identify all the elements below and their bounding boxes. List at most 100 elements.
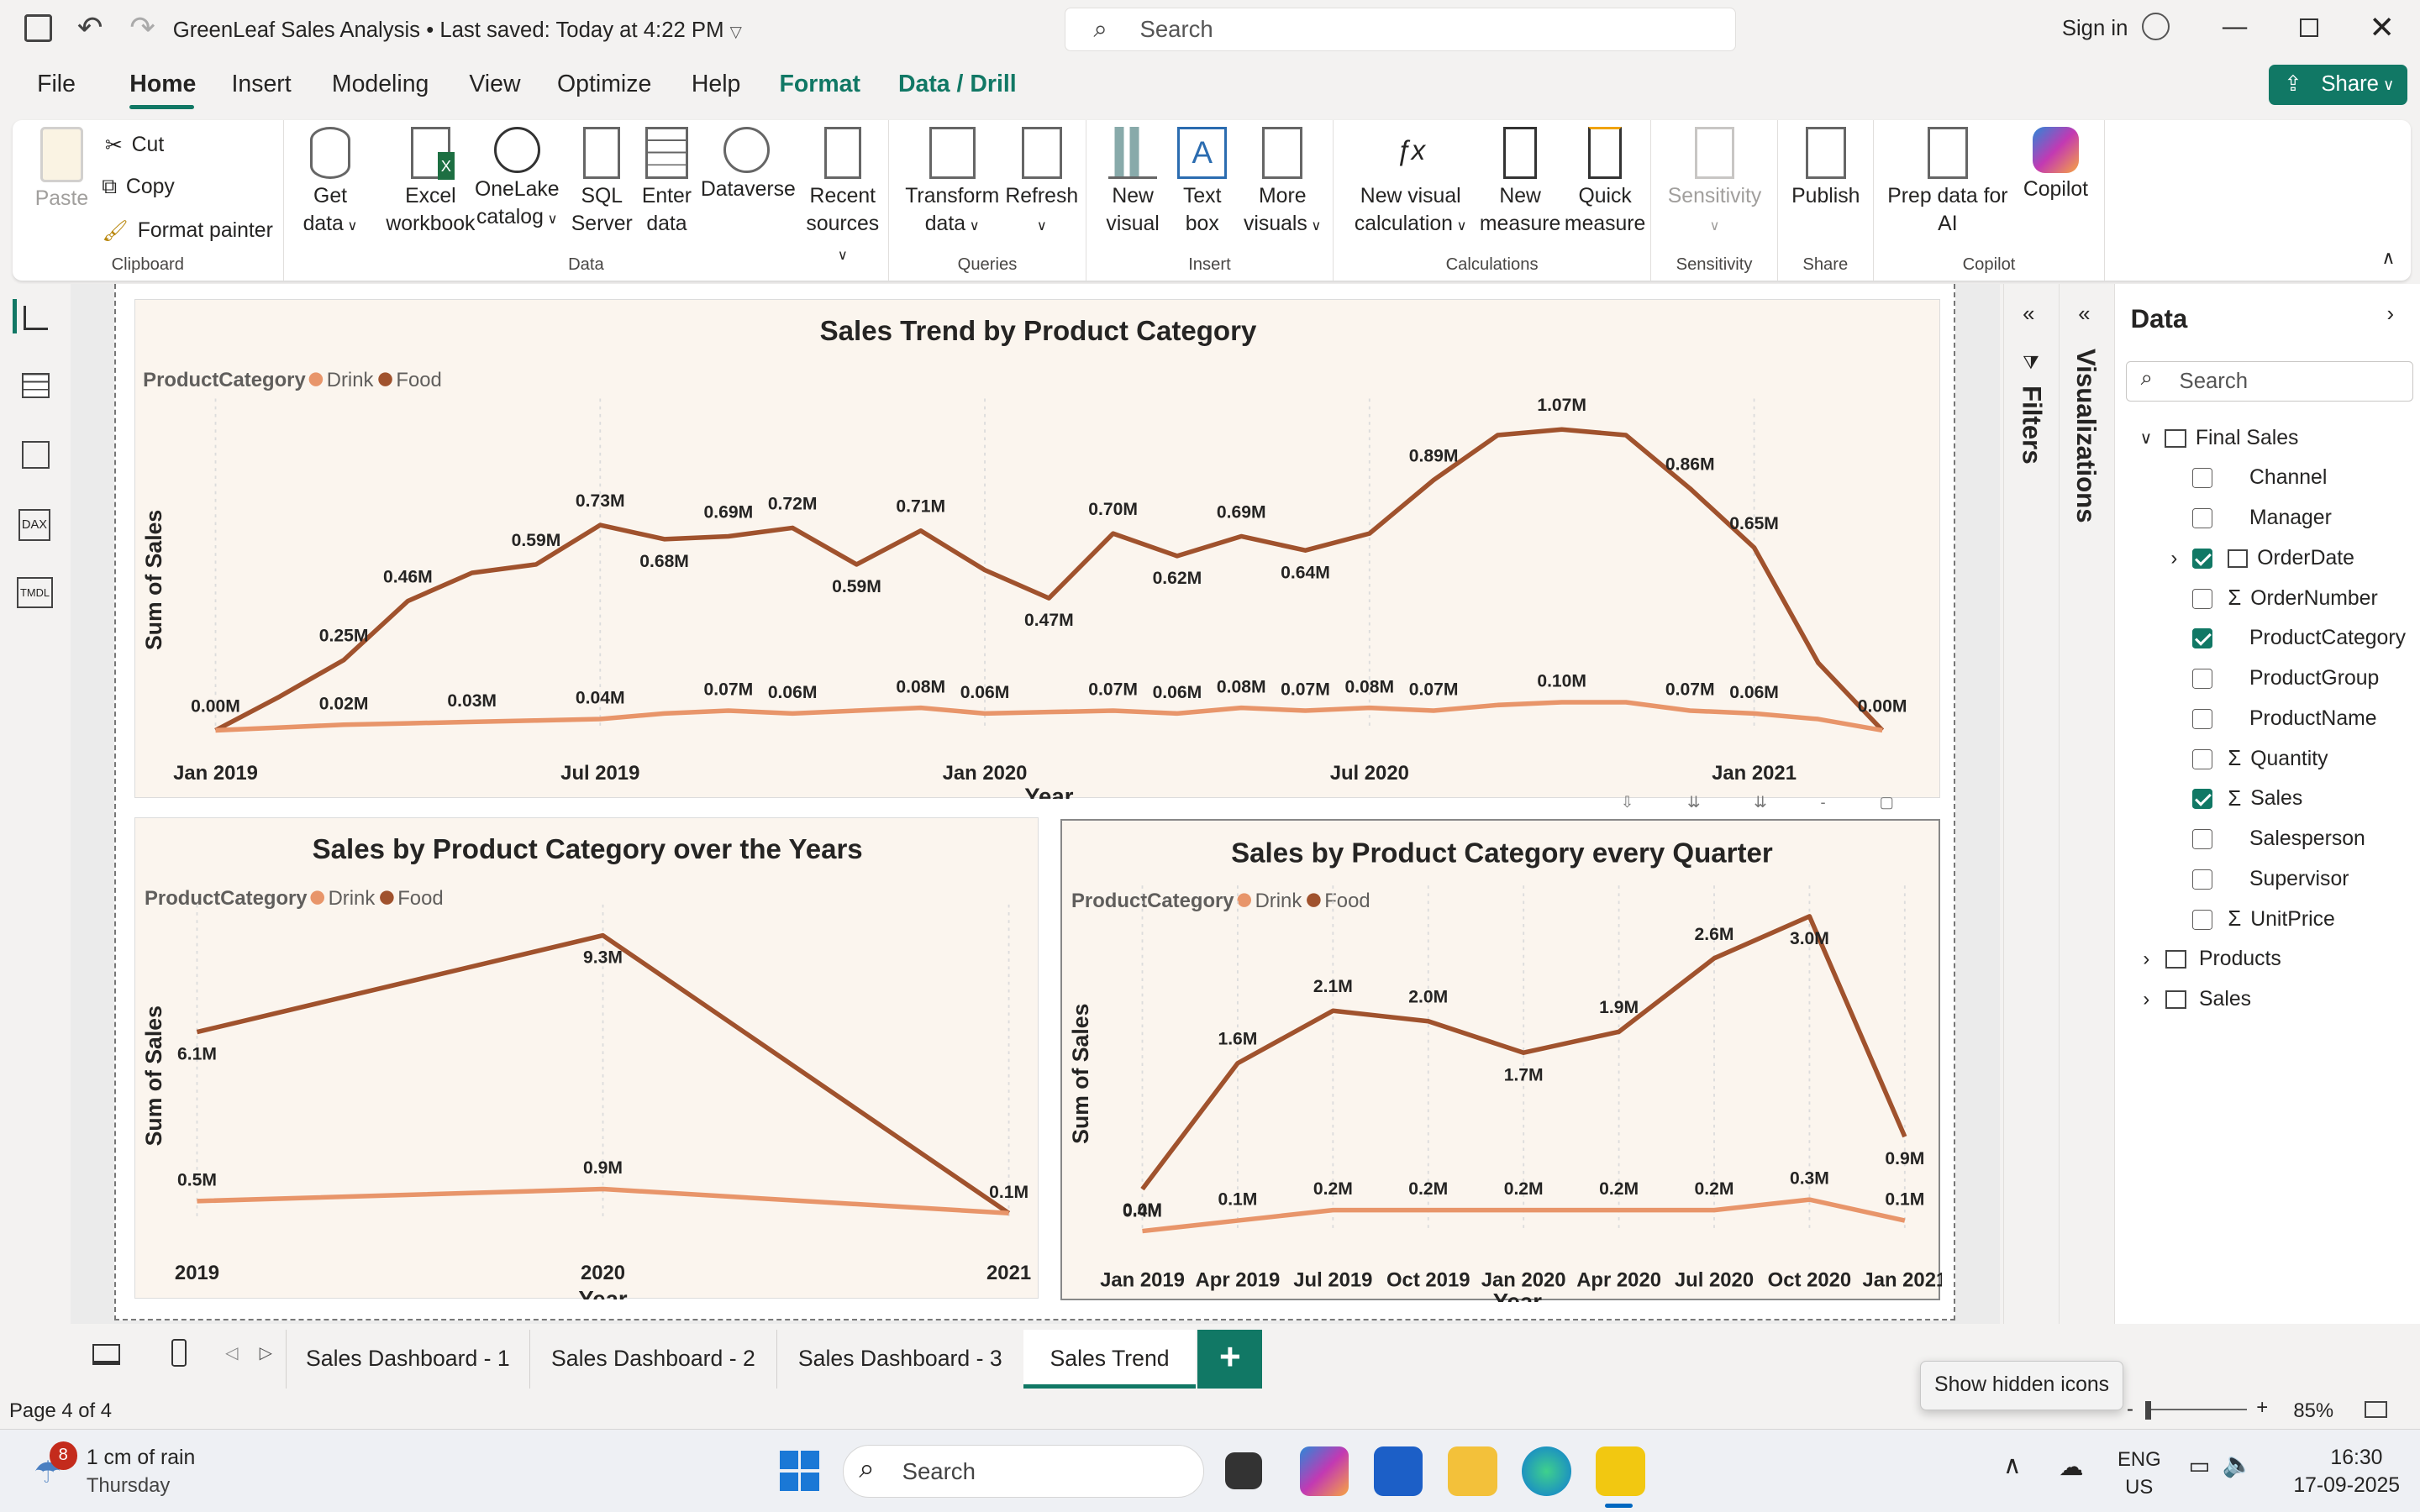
store-icon[interactable] [1373, 1446, 1423, 1496]
sign-in-link[interactable]: Sign in [2062, 17, 2128, 41]
menu-format[interactable]: Format [780, 71, 860, 98]
zoom-slider[interactable] [2145, 1408, 2248, 1410]
language[interactable]: ENG [2118, 1448, 2161, 1472]
menu-home[interactable]: Home [129, 71, 196, 98]
table-final-sales[interactable]: ∨ Final Sales [2140, 418, 2299, 459]
collapse-ribbon-icon[interactable]: ∧ [2381, 247, 2395, 269]
desktop-layout-icon[interactable] [92, 1343, 121, 1366]
menu-file[interactable]: File [37, 71, 76, 98]
field-sales[interactable]: Σ Sales [2192, 780, 2302, 820]
collapse-viz-icon[interactable]: « [2078, 302, 2090, 327]
weather-text[interactable]: 1 cm of rain [87, 1446, 195, 1470]
prev-page-icon[interactable]: ◁ [225, 1342, 239, 1363]
field-supervisor[interactable]: Supervisor [2192, 859, 2349, 900]
field-checkbox[interactable] [2192, 628, 2212, 649]
prep-data-ai-button[interactable]: Prep data for AI [1883, 126, 2012, 238]
refresh-button[interactable]: Refresh ∨ [1003, 126, 1081, 239]
field-checkbox[interactable] [2192, 748, 2212, 769]
text-box-button[interactable]: A Text box [1176, 126, 1228, 238]
table-view-icon[interactable] [21, 373, 50, 398]
field-ordernumber[interactable]: Σ OrderNumber [2192, 579, 2378, 619]
sensitivity-button[interactable]: Sensitivity ∨ [1660, 126, 1769, 239]
task-view-icon[interactable] [1225, 1452, 1263, 1490]
field-productgroup[interactable]: ProductGroup [2192, 659, 2379, 699]
tmdl-view-icon[interactable]: TMDL [17, 576, 53, 609]
field-productname[interactable]: ProductName [2192, 699, 2377, 739]
field-checkbox[interactable] [2192, 909, 2212, 930]
sql-server-button[interactable]: SQL Server [571, 126, 633, 238]
tab-sales-dashboard-2[interactable]: Sales Dashboard - 2 [529, 1330, 776, 1389]
field-checkbox[interactable] [2192, 468, 2212, 489]
menu-help[interactable]: Help [692, 71, 741, 98]
paste-button[interactable]: Paste [31, 126, 92, 213]
table-products[interactable]: › Products [2143, 940, 2281, 980]
field-orderdate[interactable]: › OrderDate [2170, 538, 2354, 579]
minimize-button[interactable]: — [2223, 13, 2247, 41]
field-channel[interactable]: Channel [2192, 458, 2327, 498]
filters-pane[interactable]: « ⧩ Filters [2003, 283, 2060, 1327]
tab-sales-trend[interactable]: Sales Trend [1023, 1330, 1197, 1389]
mobile-layout-icon[interactable] [171, 1339, 187, 1368]
fit-to-page-icon[interactable] [2364, 1400, 2388, 1418]
onelake-catalog-button[interactable]: OneLake catalog ∨ [466, 126, 568, 234]
field-checkbox[interactable] [2192, 548, 2212, 569]
window-title[interactable]: GreenLeaf Sales Analysis • Last saved: T… [173, 18, 742, 43]
taskbar-search[interactable]: ⌕ Search [842, 1445, 1204, 1498]
dax-query-view-icon[interactable]: DAX [18, 509, 50, 542]
save-icon[interactable] [24, 13, 53, 42]
next-page-icon[interactable]: ▷ [260, 1342, 273, 1363]
field-quantity[interactable]: Σ Quantity [2192, 739, 2328, 780]
field-productcategory[interactable]: ProductCategory [2192, 619, 2406, 659]
menu-modeling[interactable]: Modeling [332, 71, 429, 98]
field-checkbox[interactable] [2192, 789, 2212, 810]
cut-button[interactable]: ✂ Cut [105, 133, 164, 158]
model-view-icon[interactable] [21, 441, 50, 470]
redo-icon[interactable]: ↷ [129, 9, 155, 45]
show-hidden-icons-button[interactable]: ∧ [2003, 1451, 2022, 1480]
new-visual-button[interactable]: New visual [1099, 126, 1167, 238]
field-checkbox[interactable] [2192, 669, 2212, 690]
publish-button[interactable]: Publish [1787, 126, 1865, 210]
transform-data-button[interactable]: Transform data ∨ [898, 126, 1007, 239]
visual-header-toolbar[interactable]: ⇩ ⇊ ⇊ ‐ ▢ [1621, 793, 1929, 815]
dataverse-button[interactable]: Dataverse [701, 126, 796, 204]
chevron-right-icon[interactable]: › [2170, 547, 2177, 570]
clock-date[interactable]: 17-09-2025 [2293, 1474, 2400, 1498]
field-checkbox[interactable] [2192, 708, 2212, 729]
search-box[interactable]: ⌕ Search [1065, 8, 1737, 51]
menu-data-drill[interactable]: Data / Drill [898, 71, 1017, 98]
quick-measure-button[interactable]: Quick measure [1562, 126, 1649, 238]
zoom-out-button[interactable]: - [2127, 1398, 2133, 1421]
more-visuals-button[interactable]: More visuals ∨ [1238, 126, 1328, 239]
close-button[interactable]: ✕ [2369, 9, 2395, 45]
data-search-input[interactable]: ⌕ Search [2126, 360, 2413, 402]
table-sales[interactable]: › Sales [2143, 979, 2251, 1020]
visualizations-pane[interactable]: « Visualizations [2059, 283, 2115, 1389]
region[interactable]: US [2125, 1476, 2153, 1499]
get-data-button[interactable]: Get data ∨ [297, 126, 365, 239]
clock-time[interactable]: 16:30 [2330, 1446, 2382, 1470]
visual-sales-by-quarter[interactable]: Sales by Product Category every Quarter P… [1060, 819, 1942, 1302]
zoom-in-button[interactable]: + [2256, 1396, 2268, 1420]
copilot-taskbar-icon[interactable] [1299, 1446, 1349, 1496]
new-measure-button[interactable]: New measure [1476, 126, 1565, 238]
copilot-button[interactable]: Copilot [2016, 126, 2096, 204]
menu-insert[interactable]: Insert [232, 71, 292, 98]
windows-start-icon[interactable] [779, 1451, 820, 1492]
collapse-filters-icon[interactable]: « [2023, 302, 2034, 327]
visual-sales-trend[interactable]: Sales Trend by Product Category ProductCa… [134, 299, 1940, 799]
tab-sales-dashboard-1[interactable]: Sales Dashboard - 1 [285, 1330, 529, 1389]
zoom-slider-thumb[interactable] [2145, 1400, 2152, 1420]
recent-sources-button[interactable]: Recent sources ∨ [799, 126, 886, 269]
field-unitprice[interactable]: Σ UnitPrice [2192, 900, 2335, 940]
enter-data-button[interactable]: Enter data [636, 126, 697, 238]
format-painter-button[interactable]: 🖌 Format painter [102, 219, 273, 244]
visual-sales-by-year[interactable]: Sales by Product Category over the Years… [134, 817, 1039, 1299]
maximize-button[interactable] [2299, 18, 2318, 38]
report-view-icon[interactable] [23, 305, 48, 331]
file-explorer-icon[interactable] [1447, 1446, 1497, 1496]
network-icon[interactable]: ▭ [2188, 1452, 2210, 1479]
tab-sales-dashboard-3[interactable]: Sales Dashboard - 3 [776, 1330, 1023, 1389]
account-icon[interactable] [2142, 12, 2170, 40]
field-checkbox[interactable] [2192, 588, 2212, 609]
